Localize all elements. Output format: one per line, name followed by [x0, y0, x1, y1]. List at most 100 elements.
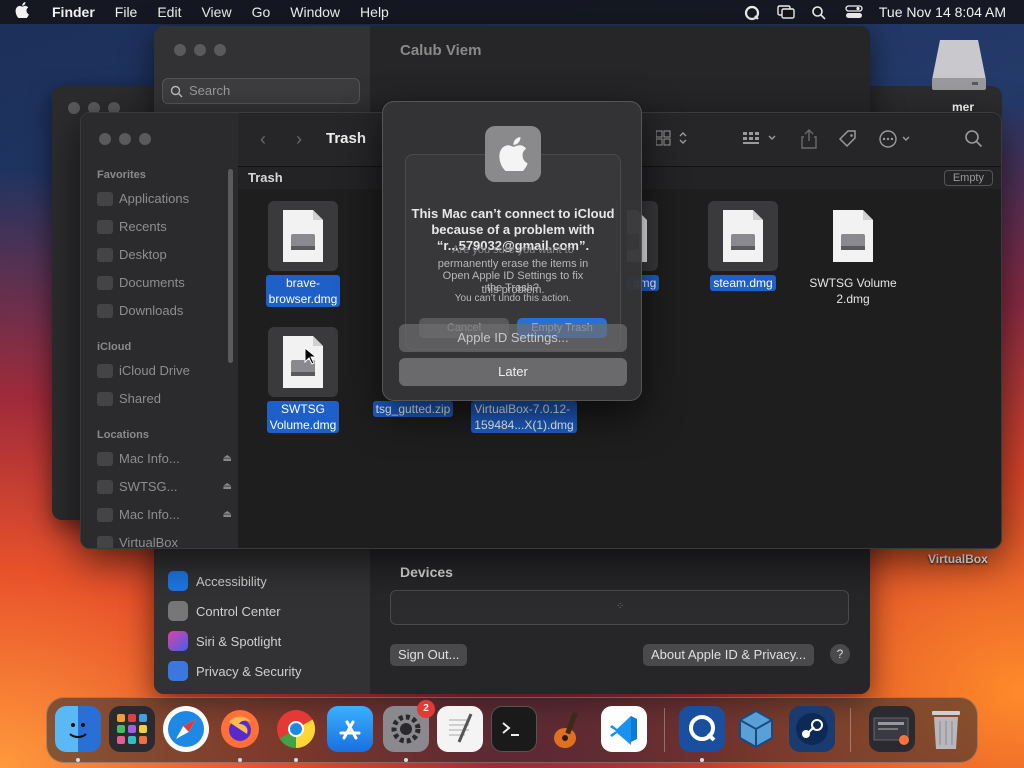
ghost-text-line: You can’t undo this action. — [454, 293, 572, 304]
sidebar-item-label: Desktop — [119, 247, 167, 262]
garageband-dock-icon[interactable] — [545, 706, 591, 752]
settings-item-accessibility[interactable]: Accessibility — [168, 566, 301, 596]
menu-app-name[interactable]: Finder — [44, 4, 105, 20]
cloud-icon — [97, 363, 113, 378]
screen-mirroring-icon[interactable] — [777, 5, 795, 19]
clock-icon — [97, 219, 113, 234]
file-item[interactable]: brave- browser.dmg — [258, 201, 348, 308]
menu-go[interactable]: Go — [242, 4, 281, 20]
external-disk-icon[interactable] — [928, 36, 990, 92]
system-settings-dock-icon[interactable]: 2 — [383, 700, 435, 752]
sidebar-section-icloud: iCloud — [97, 341, 132, 353]
terminal-dock-icon[interactable] — [491, 706, 537, 752]
sidebar-item-desktop[interactable]: Desktop — [97, 247, 232, 262]
apple-id-settings-button[interactable]: Apple ID Settings... — [399, 324, 627, 352]
sidebar-item-label: Downloads — [119, 303, 184, 318]
quicktime-status-icon[interactable] — [743, 5, 761, 21]
dock-separator — [850, 708, 851, 752]
privacy-hand-icon — [168, 661, 188, 681]
search-icon[interactable] — [964, 129, 984, 154]
app-store-dock-icon[interactable] — [327, 706, 373, 752]
menu-clock[interactable]: Tue Nov 14 8:04 AM — [879, 4, 1006, 20]
loading-indicator: ⁘ — [616, 601, 625, 612]
settings-window-controls[interactable] — [174, 44, 226, 56]
disk-icon — [97, 451, 113, 466]
running-indicator — [76, 758, 80, 762]
virtualbox-dock-icon[interactable] — [733, 706, 779, 752]
sidebar-item-label: Documents — [119, 275, 185, 290]
spotlight-search-icon[interactable] — [811, 5, 829, 20]
dmg-file-icon — [268, 327, 338, 397]
sidebar-item-location[interactable]: Mac Info... ⏏ — [97, 451, 232, 466]
running-indicator — [700, 758, 704, 762]
sidebar-item-location[interactable]: VirtualBox — [97, 535, 232, 548]
mouse-cursor-icon — [304, 346, 318, 370]
download-icon — [97, 303, 113, 318]
eject-icon[interactable]: ⏏ — [223, 453, 232, 464]
sidebar-item-location[interactable]: SWTSG... ⏏ — [97, 479, 232, 494]
tag-icon[interactable] — [838, 129, 858, 154]
group-view-icon[interactable] — [743, 129, 779, 152]
dmg-file-icon — [708, 201, 778, 271]
apple-logo-icon — [485, 126, 541, 182]
sidebar-item-icloud-drive[interactable]: iCloud Drive — [97, 363, 232, 378]
sidebar-scrollbar[interactable] — [228, 169, 233, 363]
apple-menu-icon[interactable] — [0, 2, 44, 22]
sidebar-item-applications[interactable]: Applications — [97, 191, 232, 206]
menu-edit[interactable]: Edit — [147, 4, 191, 20]
settings-item-control-center[interactable]: Control Center — [168, 596, 301, 626]
empty-trash-button[interactable]: Empty — [943, 170, 993, 186]
sidebar-item-label: Recents — [119, 219, 167, 234]
desktop-virtualbox-label[interactable]: VirtualBox — [928, 552, 988, 566]
eject-icon[interactable]: ⏏ — [223, 481, 232, 492]
file-item[interactable]: SWTSG Volume.dmg — [258, 327, 348, 434]
sidebar-item-recents[interactable]: Recents — [97, 219, 232, 234]
help-button[interactable]: ? — [830, 644, 850, 664]
menu-help[interactable]: Help — [350, 4, 399, 20]
file-name: steam.dmg — [710, 275, 776, 291]
chrome-dock-icon[interactable] — [273, 706, 319, 752]
menu-view[interactable]: View — [191, 4, 241, 20]
ghost-text-line: Are you sure you want to — [452, 244, 574, 256]
sign-out-button[interactable]: Sign Out... — [390, 644, 468, 666]
safari-dock-icon[interactable] — [163, 706, 209, 752]
notification-badge: 2 — [417, 700, 435, 718]
running-indicator — [238, 758, 242, 762]
accessibility-icon — [168, 571, 188, 591]
eject-icon[interactable]: ⏏ — [223, 509, 232, 520]
search-icon — [170, 85, 183, 98]
disk-icon — [97, 507, 113, 522]
downloads-stack-icon[interactable] — [869, 706, 915, 752]
forward-chevron-icon[interactable]: › — [296, 129, 302, 150]
textedit-dock-icon[interactable] — [437, 706, 483, 752]
icon-view-icon[interactable] — [655, 129, 690, 152]
about-apple-id-button[interactable]: About Apple ID & Privacy... — [643, 644, 815, 666]
sidebar-item-documents[interactable]: Documents — [97, 275, 232, 290]
finder-dock-icon[interactable] — [55, 706, 101, 752]
quicktime-dock-icon[interactable] — [679, 706, 725, 752]
vscode-dock-icon[interactable] — [601, 706, 647, 752]
icloud-alert-dialog: This Mac can’t connect to iCloud because… — [382, 101, 642, 401]
settings-item-privacy[interactable]: Privacy & Security — [168, 656, 301, 686]
finder-window-controls[interactable] — [99, 133, 151, 145]
control-center-icon[interactable] — [845, 5, 863, 19]
finder-sidebar: Favorites Applications Recents Desktop D… — [81, 113, 238, 548]
sidebar-item-downloads[interactable]: Downloads — [97, 303, 232, 318]
sidebar-item-label: Shared — [119, 391, 161, 406]
launchpad-dock-icon[interactable] — [109, 706, 155, 752]
firefox-dock-icon[interactable] — [217, 706, 263, 752]
file-item[interactable]: SWTSG Volume 2.dmg — [798, 201, 908, 308]
later-button[interactable]: Later — [399, 358, 627, 386]
share-icon[interactable] — [800, 129, 818, 154]
sidebar-item-location[interactable]: Mac Info... ⏏ — [97, 507, 232, 522]
more-actions-icon[interactable] — [878, 129, 914, 154]
settings-search-input[interactable]: Search — [162, 78, 360, 104]
steam-dock-icon[interactable] — [789, 706, 835, 752]
trash-dock-icon[interactable] — [923, 706, 969, 752]
menu-window[interactable]: Window — [280, 4, 350, 20]
settings-item-siri[interactable]: Siri & Spotlight — [168, 626, 301, 656]
back-chevron-icon[interactable]: ‹ — [260, 129, 266, 150]
file-item[interactable]: steam.dmg — [698, 201, 788, 292]
sidebar-item-shared[interactable]: Shared — [97, 391, 232, 406]
menu-file[interactable]: File — [105, 4, 148, 20]
